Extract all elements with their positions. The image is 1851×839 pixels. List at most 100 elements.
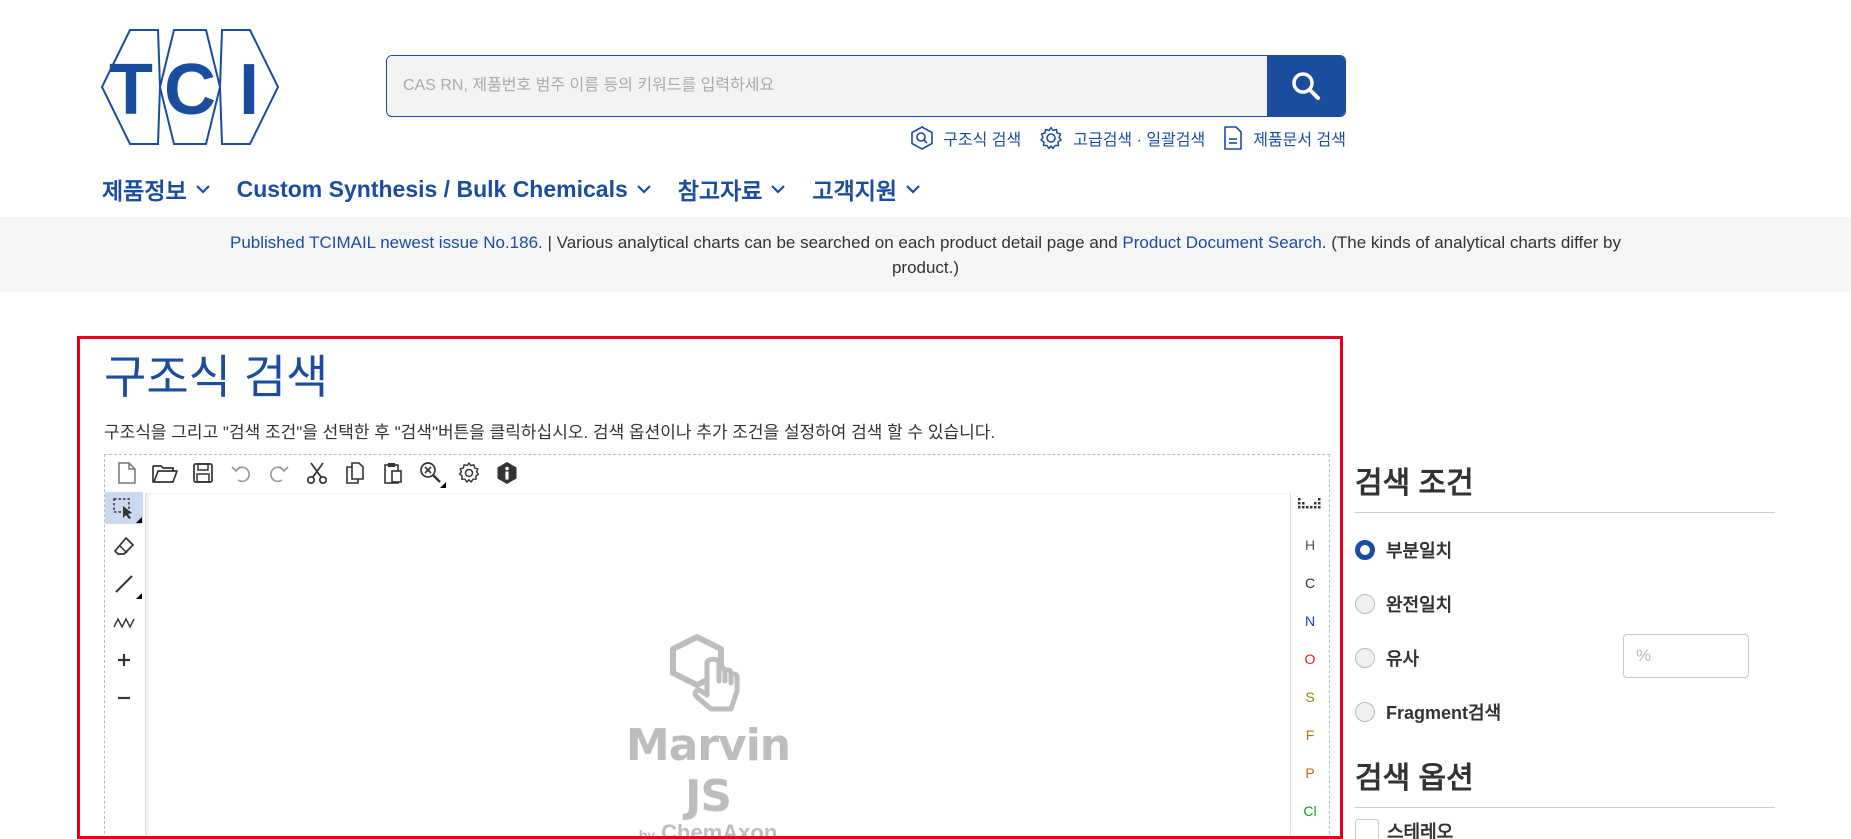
radio-fragment[interactable]	[1355, 702, 1375, 722]
periodic-table-button[interactable]	[1297, 495, 1323, 519]
nav-references[interactable]: 참고자료	[678, 172, 787, 206]
charge-plus-icon	[118, 654, 130, 666]
editor-left-toolbar	[105, 492, 143, 714]
advanced-search-label: 고급검색 · 일괄검색	[1073, 132, 1206, 149]
nav-product-info[interactable]: 제품정보	[102, 172, 211, 206]
radio-substructure[interactable]	[1355, 540, 1375, 560]
search-icon	[1292, 72, 1320, 100]
chemaxon-name: ChemAxon	[661, 820, 778, 839]
stereo-checkbox[interactable]	[1355, 819, 1379, 839]
marvin-by: by	[638, 827, 656, 839]
undo-icon	[231, 466, 250, 483]
paste-icon	[384, 463, 402, 484]
nav-label: 참고자료	[677, 178, 763, 204]
condition-exact[interactable]: 완전일치	[1355, 577, 1775, 631]
zoom-button[interactable]	[415, 457, 447, 489]
element-h[interactable]: H	[1305, 533, 1315, 557]
nav-custom-synthesis[interactable]: Custom Synthesis / Bulk Chemicals	[237, 172, 652, 206]
cut-icon	[306, 462, 328, 485]
page-title: 구조식 검색	[104, 351, 329, 403]
similarity-percent-input[interactable]	[1623, 634, 1749, 678]
new-file-button[interactable]	[111, 457, 143, 489]
nav-label: 제품정보	[102, 178, 187, 204]
marvin-editor: Marvin JS by ChemAxon H C N O S F P Cl	[104, 454, 1330, 836]
search-input[interactable]	[387, 56, 1267, 116]
save-button[interactable]	[187, 457, 219, 489]
cut-button[interactable]	[301, 457, 333, 489]
eraser-tool[interactable]	[105, 530, 143, 562]
marvin-name: Marvin JS	[625, 720, 791, 822]
bond-tool[interactable]	[105, 568, 143, 600]
gear-icon	[1040, 126, 1062, 150]
chain-icon	[113, 617, 135, 629]
condition-substructure[interactable]: 부분일치	[1355, 523, 1775, 577]
nav-label: Custom Synthesis / Bulk Chemicals	[236, 175, 628, 202]
eraser-icon	[114, 537, 134, 555]
structure-search-link[interactable]: 구조식 검색	[911, 126, 1021, 150]
tci-logo[interactable]: T C I	[100, 28, 280, 146]
element-n[interactable]: N	[1305, 609, 1315, 633]
structure-search-section: 구조식 검색 구조식을 그리고 "검색 조건"을 선택한 후 "검색"버튼을 클…	[77, 336, 1343, 839]
notice-text-1: | Various analytical charts can be searc…	[542, 232, 1123, 252]
redo-icon	[270, 466, 289, 483]
element-o[interactable]: O	[1305, 647, 1316, 671]
search-options-title: 검색 옵션	[1355, 753, 1775, 808]
condition-fragment[interactable]: Fragment검색	[1355, 685, 1775, 739]
product-document-search-link[interactable]: Product Document Search	[1122, 233, 1321, 252]
logo-letter-c: C	[164, 50, 216, 130]
condition-label: 유사	[1386, 649, 1420, 669]
element-f[interactable]: F	[1306, 723, 1315, 747]
charge-minus-icon	[118, 696, 130, 700]
advanced-search-link[interactable]: 고급검색 · 일괄검색	[1039, 126, 1205, 150]
option-stereo[interactable]: 스테레오	[1355, 818, 1775, 839]
element-s[interactable]: S	[1305, 685, 1314, 709]
save-icon	[193, 463, 213, 483]
chevron-down-icon	[771, 185, 786, 194]
instruction-text: 구조식을 그리고 "검색 조건"을 선택한 후 "검색"버튼을 클릭하십시오. …	[104, 423, 996, 442]
redo-button[interactable]	[263, 457, 295, 489]
settings-button[interactable]	[453, 457, 485, 489]
element-toolbar: H C N O S F P Cl	[1291, 495, 1329, 823]
notice-bar: Published TCIMAIL newest issue No.186. |…	[0, 217, 1851, 292]
open-button[interactable]	[149, 457, 181, 489]
periodic-table-icon	[1298, 498, 1321, 509]
search-conditions-title: 검색 조건	[1355, 458, 1775, 513]
drawing-canvas[interactable]: Marvin JS by ChemAxon	[145, 493, 1291, 836]
editor-top-toolbar	[105, 455, 523, 491]
element-p[interactable]: P	[1305, 761, 1314, 785]
search-options-panel: 검색 조건 부분일치 완전일치 유사 Fragment검색 검색 옵션 스테레오	[1355, 458, 1775, 839]
document-search-label: 제품문서 검색	[1253, 132, 1346, 149]
new-file-icon	[118, 462, 136, 484]
settings-icon	[458, 462, 480, 483]
tcimail-link[interactable]: Published TCIMAIL newest issue No.186.	[230, 233, 543, 252]
marvin-hex-hand-icon	[670, 634, 740, 712]
marvin-logo: Marvin JS by ChemAxon	[618, 633, 798, 836]
search-button[interactable]	[1267, 56, 1345, 116]
chain-tool[interactable]	[105, 606, 143, 638]
search-sublinks: 구조식 검색 고급검색 · 일괄검색 제품문서 검색	[911, 126, 1346, 150]
copy-button[interactable]	[339, 457, 371, 489]
radio-similarity[interactable]	[1355, 648, 1375, 668]
open-folder-icon	[152, 465, 178, 483]
charge-plus-tool[interactable]	[105, 644, 143, 676]
select-tool[interactable]	[105, 492, 143, 524]
chevron-down-icon	[906, 185, 920, 194]
charge-minus-tool[interactable]	[105, 682, 143, 714]
element-c[interactable]: C	[1305, 571, 1315, 595]
about-button[interactable]	[491, 457, 523, 489]
nav-customer-support[interactable]: 고객지원	[812, 172, 921, 206]
document-search-link[interactable]: 제품문서 검색	[1223, 126, 1346, 150]
radio-exact[interactable]	[1355, 594, 1375, 614]
paste-button[interactable]	[377, 457, 409, 489]
chevron-down-icon	[636, 185, 651, 194]
main-nav: 제품정보 Custom Synthesis / Bulk Chemicals 참…	[102, 172, 921, 206]
logo-letter-t: T	[109, 50, 153, 130]
condition-label: 완전일치	[1386, 595, 1453, 615]
undo-button[interactable]	[225, 457, 257, 489]
condition-label: 부분일치	[1386, 541, 1453, 561]
nav-label: 고객지원	[812, 178, 898, 204]
element-cl[interactable]: Cl	[1303, 799, 1316, 823]
structure-search-icon	[911, 126, 934, 150]
document-icon	[1224, 126, 1243, 150]
stereo-label: 스테레오	[1387, 822, 1454, 839]
